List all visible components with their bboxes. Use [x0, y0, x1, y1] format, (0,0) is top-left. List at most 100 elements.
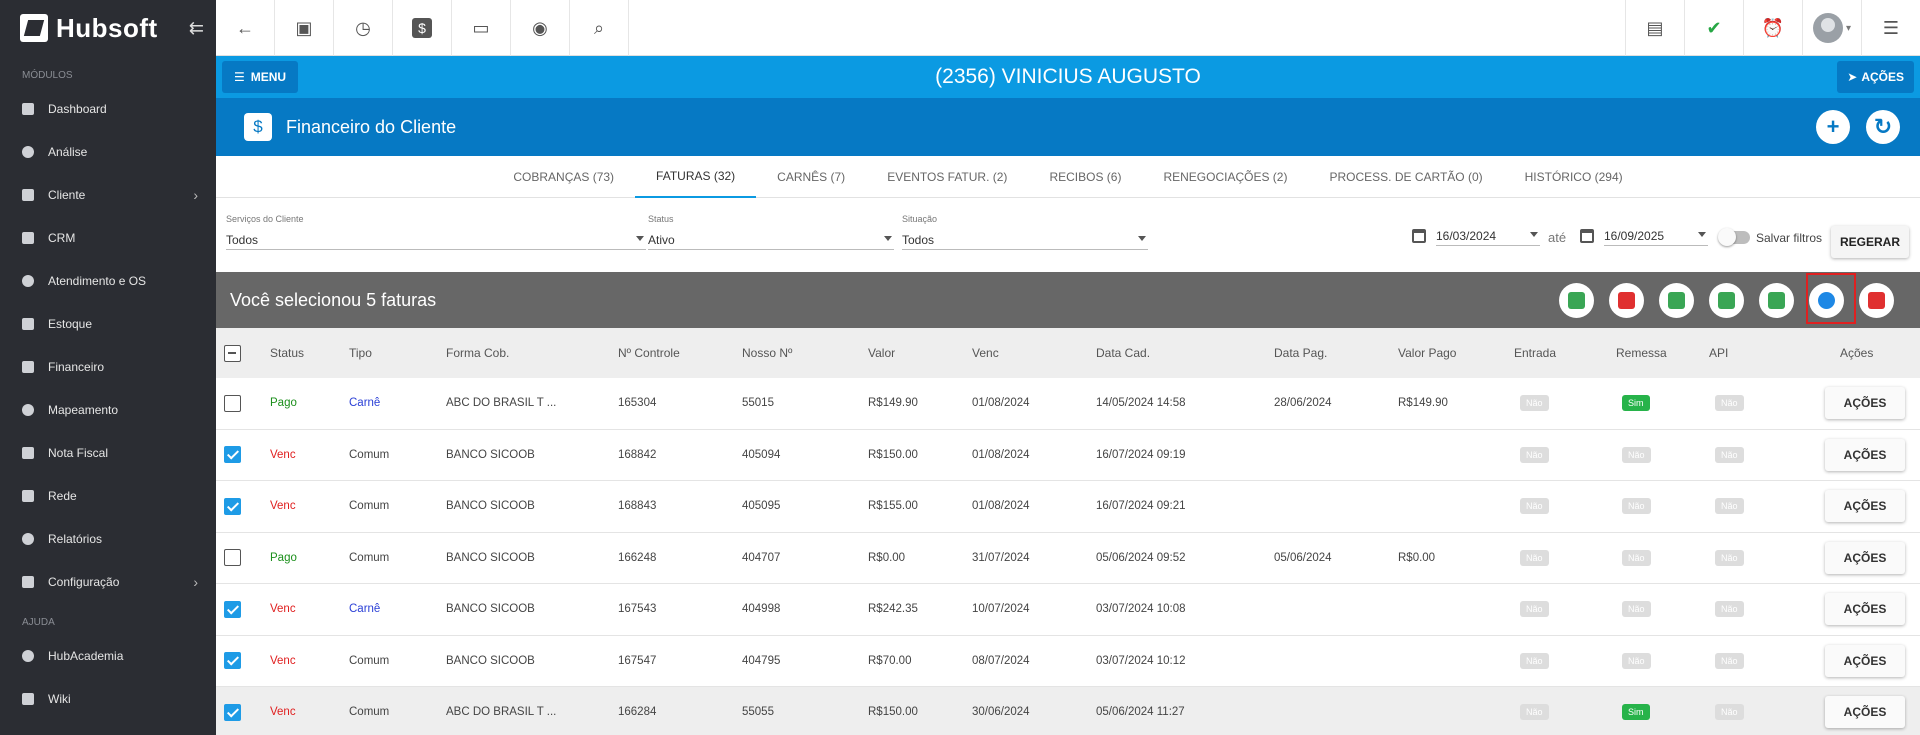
situacao-select[interactable]: Todos	[902, 230, 1148, 250]
contact-icon[interactable]: ▣	[275, 0, 334, 56]
select-all-cell[interactable]	[224, 328, 241, 378]
menu-button[interactable]: ☰ MENU	[222, 61, 299, 93]
sidebar-item-nota-fiscal[interactable]: Nota Fiscal	[0, 431, 216, 474]
row-checkbox[interactable]	[224, 497, 241, 515]
servicos-select[interactable]: Todos	[226, 230, 646, 250]
row-actions-button[interactable]: AÇÕES	[1825, 644, 1905, 677]
row-checkbox-cell[interactable]	[224, 584, 241, 635]
tab-eventos[interactable]: EVENTOS FATUR. (2)	[866, 156, 1028, 198]
cell-controle: 168842	[618, 430, 656, 481]
pdf-doc-button[interactable]	[1609, 283, 1644, 318]
tab-cobranças[interactable]: COBRANÇAS (73)	[492, 156, 635, 198]
eye-icon[interactable]: ◉	[511, 0, 570, 56]
refresh-button[interactable]: ↻	[1866, 110, 1900, 144]
servicos-filter[interactable]: Serviços do Cliente Todos	[226, 214, 646, 250]
date-from-field[interactable]: 16/03/2024	[1412, 226, 1540, 246]
situacao-filter[interactable]: Situação Todos	[902, 214, 1148, 250]
row-actions-button[interactable]: AÇÕES	[1825, 387, 1905, 420]
sidebar-item-estoque[interactable]: Estoque	[0, 302, 216, 345]
row-actions-button[interactable]: AÇÕES	[1825, 490, 1905, 523]
client-actions-button[interactable]: ➤ AÇÕES	[1837, 61, 1914, 93]
row-checkbox[interactable]	[224, 446, 241, 464]
row-checkbox-cell[interactable]	[224, 378, 241, 429]
cell-acoes[interactable]: AÇÕES	[1825, 687, 1905, 735]
sidebar-item-hubacademia[interactable]: HubAcademia	[0, 634, 216, 677]
print-button[interactable]	[1659, 283, 1694, 318]
status-select[interactable]: Ativo	[648, 230, 894, 250]
table-row[interactable]: Venc Comum BANCO SICOOB 168842 405094 R$150.0…	[216, 429, 1920, 481]
row-actions-button[interactable]: AÇÕES	[1825, 593, 1905, 626]
table-row[interactable]: Pago Carnê ABC DO BRASIL T ... 165304 55015 R…	[216, 378, 1920, 430]
alarm-bell-icon[interactable]: ⏰	[1743, 0, 1802, 56]
sidebar-item-atendimento-e-os[interactable]: Atendimento e OS	[0, 259, 216, 302]
terminal-icon[interactable]: ▭	[452, 0, 511, 56]
table-row[interactable]: Venc Comum BANCO SICOOB 168843 405095 R$155.0…	[216, 481, 1920, 533]
generate-doc-button[interactable]	[1559, 283, 1594, 318]
table-row[interactable]: Venc Comum BANCO SICOOB 167547 404795 R$70.00…	[216, 635, 1920, 687]
tab-renegociações[interactable]: RENEGOCIAÇÕES (2)	[1142, 156, 1308, 198]
regerar-button[interactable]: REGERAR	[1831, 226, 1909, 258]
row-actions-button[interactable]: AÇÕES	[1825, 696, 1905, 729]
cell-acoes[interactable]: AÇÕES	[1825, 584, 1905, 635]
date-from-input[interactable]: 16/03/2024	[1436, 226, 1540, 246]
sidebar-item-crm[interactable]: CRM	[0, 216, 216, 259]
sidebar-item-mapeamento[interactable]: Mapeamento	[0, 388, 216, 431]
message-button[interactable]	[1759, 283, 1794, 318]
sidebar-item-relat-rios[interactable]: Relatórios	[0, 517, 216, 560]
cell-acoes[interactable]: AÇÕES	[1825, 430, 1905, 481]
chat-check-icon[interactable]: ✔	[1684, 0, 1743, 56]
list-menu-icon[interactable]: ☰	[1861, 0, 1920, 56]
salvar-filtros-toggle[interactable]	[1718, 228, 1750, 246]
row-checkbox[interactable]	[224, 652, 241, 670]
brand-logo[interactable]: Hubsoft ⇇	[0, 0, 216, 56]
back-arrow-icon[interactable]: ←	[216, 0, 275, 56]
situacao-label: Situação	[902, 214, 938, 224]
table-row[interactable]: Venc Comum ABC DO BRASIL T ... 166284 55055 R…	[216, 687, 1920, 735]
dollar-icon[interactable]: $	[393, 0, 452, 56]
sidebar-item-an-lise[interactable]: Análise	[0, 130, 216, 173]
sidebar-item-rede[interactable]: Rede	[0, 474, 216, 517]
row-checkbox-cell[interactable]	[224, 533, 241, 584]
add-button[interactable]: +	[1816, 110, 1850, 144]
sidebar-item-dashboard[interactable]: Dashboard	[0, 87, 216, 130]
row-checkbox-cell[interactable]	[224, 687, 241, 735]
row-checkbox-cell[interactable]	[224, 481, 241, 532]
cell-acoes[interactable]: AÇÕES	[1825, 378, 1905, 429]
user-avatar-icon[interactable]: ▾	[1802, 0, 1861, 56]
search-icon[interactable]: ⌕	[570, 0, 629, 56]
table-row[interactable]: Pago Comum BANCO SICOOB 166248 404707 R$0.00 3…	[216, 532, 1920, 584]
tab-carnês[interactable]: CARNÊS (7)	[756, 156, 866, 198]
status-filter[interactable]: Status Ativo	[648, 214, 894, 250]
row-checkbox-cell[interactable]	[224, 636, 241, 687]
cell-acoes[interactable]: AÇÕES	[1825, 636, 1905, 687]
row-actions-button[interactable]: AÇÕES	[1825, 438, 1905, 471]
row-actions-button[interactable]: AÇÕES	[1825, 541, 1905, 574]
collapse-sidebar-icon[interactable]: ⇇	[189, 18, 204, 39]
row-checkbox[interactable]	[224, 703, 241, 721]
table-row[interactable]: Venc Carnê BANCO SICOOB 167543 404998 R$242.3…	[216, 584, 1920, 636]
row-checkbox-cell[interactable]	[224, 430, 241, 481]
date-to-input[interactable]: 16/09/2025	[1604, 226, 1708, 246]
sidebar-item-wiki[interactable]: Wiki	[0, 677, 216, 720]
tab-faturas[interactable]: FATURAS (32)	[635, 156, 757, 198]
tab-process.[interactable]: PROCESS. DE CARTÃO (0)	[1308, 156, 1503, 198]
row-checkbox[interactable]	[224, 549, 241, 567]
select-all-checkbox[interactable]	[224, 344, 241, 362]
date-to-field[interactable]: 16/09/2025	[1580, 226, 1708, 246]
sidebar-item-cliente[interactable]: Cliente ›	[0, 173, 216, 216]
cell-acoes[interactable]: AÇÕES	[1825, 533, 1905, 584]
cell-remessa: Sim	[1622, 378, 1650, 429]
cell-api: Não	[1715, 636, 1744, 687]
sidebar-item-configura-o[interactable]: Configuração ›	[0, 560, 216, 603]
row-checkbox[interactable]	[224, 600, 241, 618]
cell-acoes[interactable]: AÇÕES	[1825, 481, 1905, 532]
email-button[interactable]	[1709, 283, 1744, 318]
chevron-down-icon	[636, 236, 644, 241]
calendar-clock-icon[interactable]: ◷	[334, 0, 393, 56]
trash-button[interactable]	[1859, 283, 1894, 318]
tab-histórico[interactable]: HISTÓRICO (294)	[1504, 156, 1644, 198]
tab-recibos[interactable]: RECIBOS (6)	[1028, 156, 1142, 198]
sidebar-item-financeiro[interactable]: Financeiro	[0, 345, 216, 388]
pdf-icon[interactable]: ▤	[1625, 0, 1684, 56]
row-checkbox[interactable]	[224, 394, 241, 412]
